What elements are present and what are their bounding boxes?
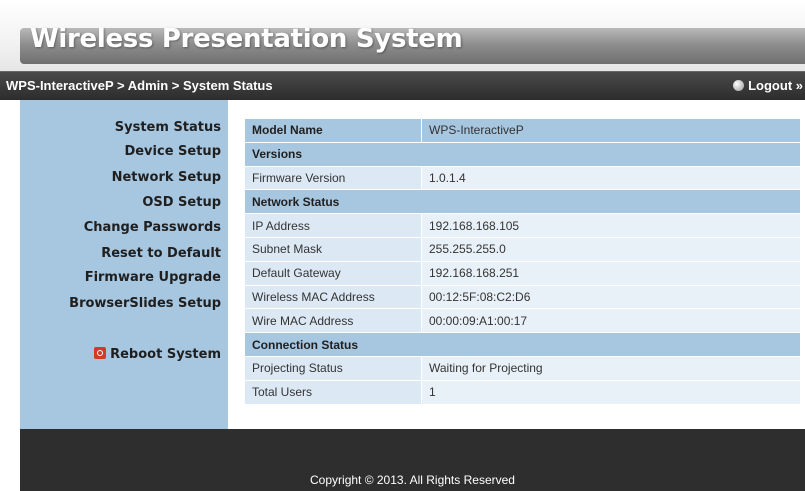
breadcrumb-bar: WPS-InteractiveP > Admin > System Status… [0, 71, 805, 100]
sidebar-item-change-passwords[interactable]: Change Passwords [84, 220, 221, 235]
logout-icon [733, 80, 745, 91]
table-row: Subnet Mask 255.255.255.0 [244, 236, 801, 262]
logout-label: Logout » [748, 78, 803, 93]
sidebar-item-browserslides-setup[interactable]: BrowserSlides Setup [69, 296, 221, 311]
table-row: Default Gateway 192.168.168.251 [244, 260, 801, 286]
table-row: Wireless MAC Address 00:12:5F:08:C2:D6 [244, 284, 801, 310]
table-row: Model Name WPS-InteractiveP [244, 118, 801, 143]
sidebar-item-firmware-upgrade[interactable]: Firmware Upgrade [85, 270, 221, 285]
sidebar-item-reset-to-default[interactable]: Reset to Default [101, 246, 221, 261]
sidebar-item-osd-setup[interactable]: OSD Setup [142, 195, 221, 210]
app-header: Wireless Presentation System [0, 0, 805, 71]
network-status-header: Network Status [244, 189, 801, 215]
app-title: Wireless Presentation System [30, 24, 463, 54]
projecting-status-value: Waiting for Projecting [421, 355, 801, 381]
total-users-value: 1 [421, 379, 801, 405]
projecting-status-label: Projecting Status [244, 355, 422, 381]
logout-button[interactable]: Logout » [733, 78, 803, 93]
sidebar-item-device-setup[interactable]: Device Setup [124, 144, 221, 159]
total-users-label: Total Users [244, 379, 422, 405]
model-name-value: WPS-InteractiveP [421, 118, 801, 143]
copyright-text: Copyright © 2013. All Rights Reserved [310, 473, 515, 487]
table-row: Total Users 1 [244, 379, 801, 405]
default-gateway-value: 192.168.168.251 [421, 260, 801, 286]
default-gateway-label: Default Gateway [244, 260, 422, 286]
reboot-system-button[interactable]: Reboot System [94, 347, 221, 362]
sidebar-item-system-status[interactable]: System Status [115, 120, 221, 135]
firmware-version-value: 1.0.1.4 [421, 165, 801, 191]
reboot-system-label: Reboot System [110, 347, 221, 362]
section-header-versions: Versions [244, 141, 801, 167]
wireless-mac-value: 00:12:5F:08:C2:D6 [421, 284, 801, 310]
table-row: Wire MAC Address 00:00:09:A1:00:17 [244, 308, 801, 334]
table-row: Projecting Status Waiting for Projecting [244, 355, 801, 381]
subnet-mask-value: 255.255.255.0 [421, 236, 801, 262]
main-content: Model Name WPS-InteractiveP Versions Fir… [228, 100, 805, 429]
firmware-version-label: Firmware Version [244, 165, 422, 191]
section-header-network: Network Status [244, 189, 801, 215]
model-name-label: Model Name [244, 118, 422, 143]
sidebar-nav: System Status Device Setup Network Setup… [20, 100, 228, 429]
wireless-mac-label: Wireless MAC Address [244, 284, 422, 310]
ip-address-label: IP Address [244, 213, 422, 238]
system-status-table: Model Name WPS-InteractiveP Versions Fir… [244, 118, 801, 405]
footer: Copyright © 2013. All Rights Reserved [20, 429, 805, 491]
table-row: Firmware Version 1.0.1.4 [244, 165, 801, 191]
table-row: IP Address 192.168.168.105 [244, 213, 801, 238]
connection-status-header: Connection Status [244, 332, 801, 357]
sidebar-item-network-setup[interactable]: Network Setup [112, 170, 221, 185]
wire-mac-value: 00:00:09:A1:00:17 [421, 308, 801, 334]
versions-header: Versions [244, 141, 801, 167]
ip-address-value: 192.168.168.105 [421, 213, 801, 238]
power-icon [94, 347, 107, 359]
subnet-mask-label: Subnet Mask [244, 236, 422, 262]
section-header-connection: Connection Status [244, 332, 801, 357]
wire-mac-label: Wire MAC Address [244, 308, 422, 334]
breadcrumb: WPS-InteractiveP > Admin > System Status [6, 78, 273, 93]
